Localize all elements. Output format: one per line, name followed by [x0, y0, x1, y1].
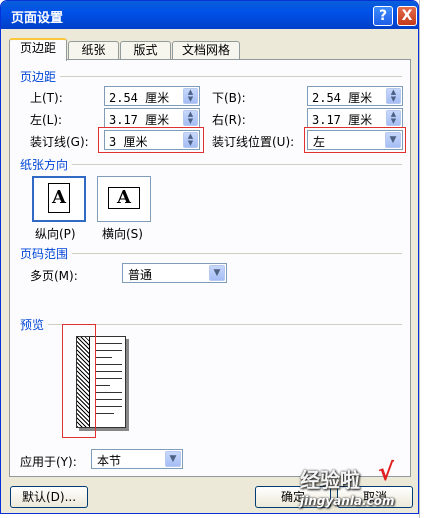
- tab-document-grid[interactable]: 文档网格: [172, 41, 240, 60]
- preview-text-line: [96, 392, 122, 393]
- apply-to-select[interactable]: 本节 ▼: [91, 449, 183, 469]
- watermark-check-icon: √: [378, 458, 395, 486]
- apply-to-label: 应用于(Y):: [20, 455, 77, 469]
- portrait-option[interactable]: A: [32, 176, 86, 222]
- preview-text-line: [96, 406, 122, 407]
- apply-to-value: 本节: [97, 454, 122, 468]
- top-margin-value: 2.54 厘米: [109, 91, 170, 105]
- chevron-down-icon[interactable]: ▼: [209, 265, 225, 281]
- top-margin-spinner[interactable]: 2.54 厘米 ▲ ▼: [104, 86, 200, 106]
- bottom-margin-spinner[interactable]: 2.54 厘米 ▲ ▼: [307, 86, 403, 106]
- preview-text-line: [96, 385, 110, 386]
- page-setup-dialog: 页面设置 ? X 页边距 纸张 版式 文档网格 页边距 上(T): 2.54 厘…: [0, 0, 419, 514]
- tab-margins[interactable]: 页边距: [9, 38, 67, 61]
- pages-group-divider: [72, 253, 402, 254]
- spin-arrows-icon[interactable]: ▲ ▼: [183, 88, 198, 104]
- tab-paper[interactable]: 纸张: [68, 41, 119, 60]
- preview-group-divider: [48, 324, 402, 325]
- multiple-pages-value: 普通: [128, 268, 153, 282]
- right-margin-label: 右(R):: [212, 113, 246, 127]
- preview-text-line: [96, 350, 122, 351]
- title-bar: 页面设置 ? X: [1, 1, 418, 29]
- gutter-label: 装订线(G):: [30, 135, 89, 149]
- spin-arrows-icon[interactable]: ▲ ▼: [386, 110, 401, 126]
- close-button[interactable]: X: [397, 6, 417, 26]
- close-icon: X: [401, 8, 413, 24]
- watermark-url: jingyanla.com: [300, 494, 395, 508]
- preview-text-line: [96, 343, 122, 344]
- margins-panel: 页边距 上(T): 2.54 厘米 ▲ ▼ 下(B): 2.54 厘米 ▲ ▼ 左(…: [9, 59, 411, 477]
- document-background-strip: [419, 0, 425, 518]
- preview-text-line: [96, 371, 122, 372]
- orientation-group-label: 纸张方向: [20, 158, 69, 172]
- left-margin-value: 3.17 厘米: [109, 113, 170, 127]
- pages-group-label: 页码范围: [20, 247, 69, 261]
- help-button[interactable]: ?: [373, 6, 393, 26]
- gutter-position-highlight-box: [304, 127, 406, 153]
- gutter-position-label: 装订线位置(U):: [212, 135, 295, 149]
- right-margin-value: 3.17 厘米: [312, 113, 373, 127]
- tab-layout[interactable]: 版式: [120, 41, 171, 60]
- preview-text-line: [96, 378, 122, 379]
- preview-group-label: 预览: [20, 318, 45, 332]
- bottom-margin-label: 下(B):: [212, 91, 246, 105]
- margins-group-label: 页边距: [20, 70, 57, 84]
- default-button[interactable]: 默认(D)...: [10, 486, 88, 508]
- margins-group-divider: [60, 76, 402, 77]
- gutter-highlight-box: [98, 127, 204, 153]
- portrait-page-icon: A: [48, 183, 70, 213]
- spin-arrows-icon[interactable]: ▲ ▼: [386, 88, 401, 104]
- landscape-option[interactable]: A: [97, 176, 151, 222]
- left-margin-label: 左(L):: [30, 113, 63, 127]
- multiple-pages-label: 多页(M):: [30, 269, 78, 283]
- right-margin-spinner[interactable]: 3.17 厘米 ▲ ▼: [307, 108, 403, 128]
- help-icon: ?: [378, 8, 388, 24]
- multiple-pages-select[interactable]: 普通 ▼: [122, 263, 227, 283]
- spin-arrows-icon[interactable]: ▲ ▼: [183, 110, 198, 126]
- preview-text-line: [96, 413, 114, 414]
- watermark-text: 经验啦: [300, 468, 360, 492]
- orientation-group-divider: [72, 164, 402, 165]
- bottom-margin-value: 2.54 厘米: [312, 91, 373, 105]
- dialog-title: 页面设置: [11, 11, 64, 26]
- landscape-page-icon: A: [108, 187, 140, 209]
- preview-text-line: [96, 357, 112, 358]
- portrait-label: 纵向(P): [35, 227, 76, 241]
- chevron-down-icon[interactable]: ▼: [165, 451, 181, 467]
- landscape-label: 横向(S): [102, 227, 143, 241]
- preview-text-line: [96, 399, 122, 400]
- gutter-preview-highlight-box: [62, 324, 96, 438]
- preview-text-line: [96, 364, 122, 365]
- left-margin-spinner[interactable]: 3.17 厘米 ▲ ▼: [104, 108, 200, 128]
- top-margin-label: 上(T):: [30, 91, 63, 105]
